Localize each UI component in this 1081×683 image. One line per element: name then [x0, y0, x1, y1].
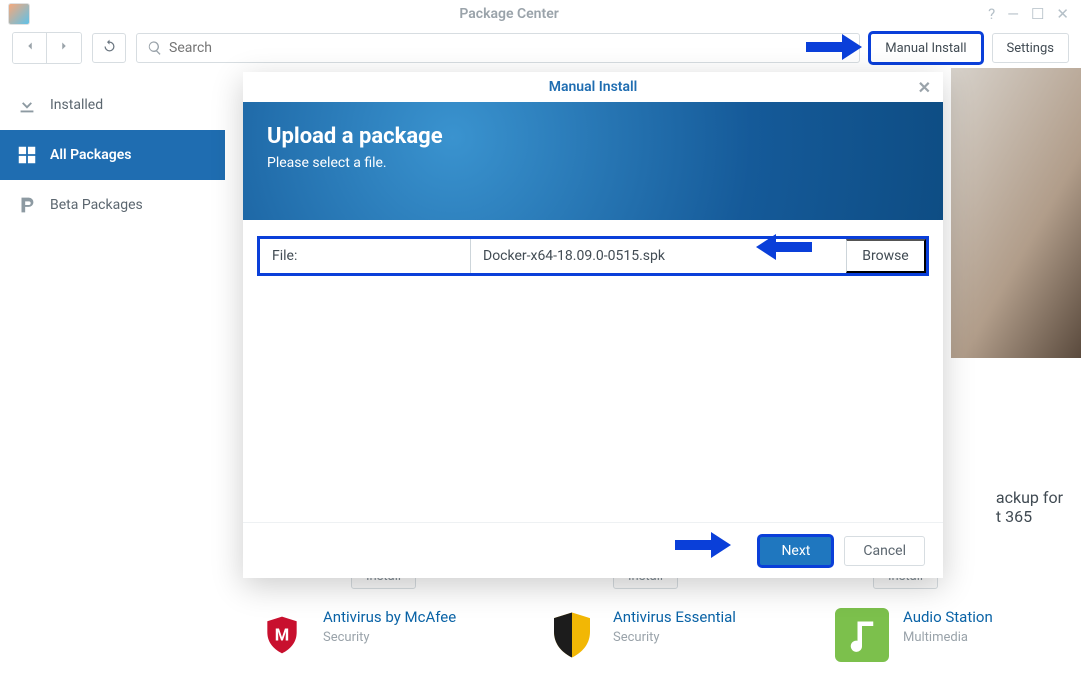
- dialog-title-bar: Manual Install ✕: [243, 72, 943, 102]
- package-card[interactable]: Antivirus Essential Security: [545, 608, 795, 662]
- file-row: File: Docker-x64-18.09.0-0515.spk Browse: [259, 238, 927, 274]
- window-title: Package Center: [30, 6, 988, 22]
- search-field[interactable]: [136, 33, 860, 63]
- mcafee-icon: M: [255, 608, 309, 662]
- card-category: Security: [613, 630, 736, 645]
- teaser-line-1: ackup for: [996, 488, 1063, 507]
- toolbar: Manual Install Settings: [0, 28, 1081, 68]
- card-title: Antivirus by McAfee: [323, 608, 456, 626]
- search-icon: [147, 40, 163, 56]
- nav-buttons: [12, 32, 82, 64]
- help-icon[interactable]: ?: [988, 5, 995, 23]
- dialog-banner: Upload a package Please select a file.: [243, 102, 943, 220]
- cancel-button[interactable]: Cancel: [844, 536, 925, 566]
- package-card[interactable]: Audio Station Multimedia: [835, 608, 1081, 662]
- browse-button[interactable]: Browse: [846, 239, 926, 273]
- card-title: Antivirus Essential: [613, 608, 736, 626]
- titlebar: Package Center ? — ☐ ✕: [0, 0, 1081, 28]
- dialog-subheading: Please select a file.: [267, 155, 919, 171]
- search-input[interactable]: [169, 40, 849, 56]
- grid-icon: [16, 144, 38, 166]
- chevron-left-icon: [23, 39, 37, 53]
- sidebar-item-beta-packages[interactable]: Beta Packages: [0, 180, 225, 230]
- manual-install-dialog: Manual Install ✕ Upload a package Please…: [243, 72, 943, 578]
- package-cards: M Antivirus by McAfee Security Antivirus…: [255, 608, 1081, 662]
- close-icon[interactable]: ✕: [918, 78, 931, 97]
- sidebar: Installed All Packages Beta Packages: [0, 68, 225, 683]
- hero-image: [951, 68, 1081, 358]
- dialog-title: Manual Install: [549, 79, 638, 95]
- back-button[interactable]: [13, 33, 47, 63]
- card-title: Audio Station: [903, 608, 993, 626]
- dialog-body-spacer: [243, 292, 943, 522]
- teaser-line-2: t 365: [996, 507, 1063, 526]
- settings-button[interactable]: Settings: [992, 33, 1069, 63]
- refresh-button[interactable]: [92, 33, 126, 63]
- maximize-icon[interactable]: ☐: [1031, 5, 1044, 23]
- manual-install-button[interactable]: Manual Install: [870, 33, 981, 63]
- close-window-icon[interactable]: ✕: [1056, 5, 1069, 23]
- shield-icon: [545, 608, 599, 662]
- sidebar-item-installed[interactable]: Installed: [0, 80, 225, 130]
- file-label: File:: [260, 239, 470, 273]
- next-button[interactable]: Next: [759, 536, 832, 566]
- minimize-icon[interactable]: —: [1007, 5, 1019, 23]
- forward-button[interactable]: [47, 33, 81, 63]
- package-card[interactable]: M Antivirus by McAfee Security: [255, 608, 505, 662]
- tutorial-arrow-icon: [756, 232, 812, 262]
- window-controls: ? — ☐ ✕: [988, 5, 1081, 23]
- music-icon: [835, 608, 889, 662]
- app-icon: [8, 3, 30, 25]
- download-icon: [16, 94, 38, 116]
- card-category: Multimedia: [903, 630, 993, 645]
- tutorial-arrow-icon: [675, 530, 731, 560]
- sidebar-item-label: Beta Packages: [50, 197, 143, 213]
- card-category: Security: [323, 630, 456, 645]
- chevron-right-icon: [57, 39, 71, 53]
- teaser-title: ackup for t 365: [996, 488, 1063, 526]
- dialog-footer: Next Cancel: [243, 522, 943, 578]
- svg-text:M: M: [275, 627, 289, 646]
- refresh-icon: [102, 39, 117, 54]
- tutorial-arrow-icon: [806, 32, 862, 62]
- dialog-heading: Upload a package: [267, 124, 919, 149]
- sidebar-item-label: Installed: [50, 97, 103, 113]
- beta-icon: [16, 194, 38, 216]
- sidebar-item-all-packages[interactable]: All Packages: [0, 130, 225, 180]
- sidebar-item-label: All Packages: [50, 147, 131, 163]
